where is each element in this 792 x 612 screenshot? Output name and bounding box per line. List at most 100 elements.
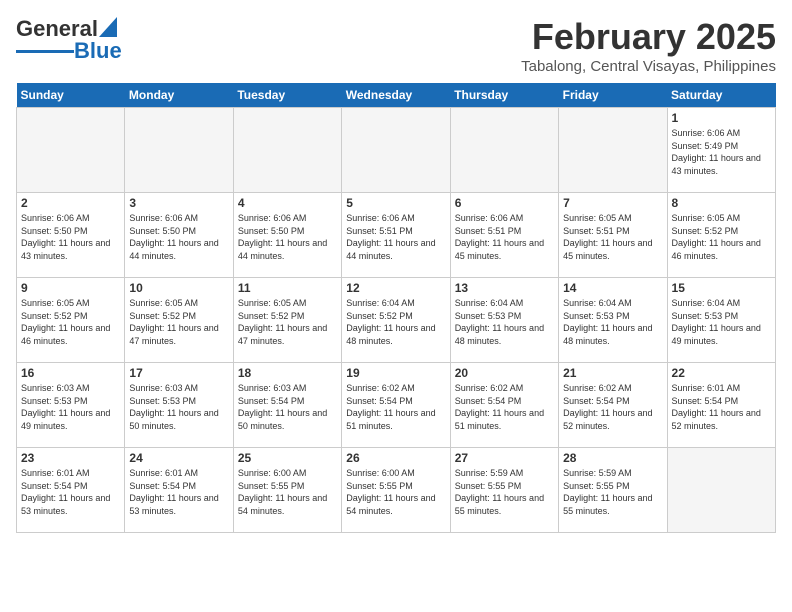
day-info: Sunrise: 6:04 AM Sunset: 5:53 PM Dayligh… bbox=[563, 297, 662, 347]
day-number: 3 bbox=[129, 196, 228, 210]
day-info: Sunrise: 6:04 AM Sunset: 5:53 PM Dayligh… bbox=[455, 297, 554, 347]
day-info: Sunrise: 6:00 AM Sunset: 5:55 PM Dayligh… bbox=[238, 467, 337, 517]
day-info: Sunrise: 6:06 AM Sunset: 5:51 PM Dayligh… bbox=[346, 212, 445, 262]
table-row bbox=[125, 108, 233, 193]
day-number: 2 bbox=[21, 196, 120, 210]
table-row: 16Sunrise: 6:03 AM Sunset: 5:53 PM Dayli… bbox=[17, 363, 125, 448]
day-info: Sunrise: 6:04 AM Sunset: 5:52 PM Dayligh… bbox=[346, 297, 445, 347]
day-number: 24 bbox=[129, 451, 228, 465]
header-row: Sunday Monday Tuesday Wednesday Thursday… bbox=[17, 83, 776, 108]
table-row: 24 Sunrise: 6:01 AM Sunset: 5:54 PM Dayli… bbox=[125, 448, 233, 533]
table-row: 19 Sunrise: 6:02 AM Sunset: 5:54 PM Dayli… bbox=[342, 363, 450, 448]
day-info: Sunrise: 6:05 AM Sunset: 5:52 PM Dayligh… bbox=[672, 212, 771, 262]
table-row: 13 Sunrise: 6:04 AM Sunset: 5:53 PM Dayli… bbox=[450, 278, 558, 363]
table-row bbox=[559, 108, 667, 193]
logo-underline bbox=[16, 50, 74, 53]
table-row: 15 Sunrise: 6:04 AM Sunset: 5:53 PM Dayli… bbox=[667, 278, 775, 363]
table-row: 10 Sunrise: 6:05 AM Sunset: 5:52 PM Dayli… bbox=[125, 278, 233, 363]
day-info: Sunrise: 6:02 AM Sunset: 5:54 PM Dayligh… bbox=[346, 382, 445, 432]
day-number: 16 bbox=[21, 366, 120, 380]
month-year-title: February 2025 bbox=[521, 16, 776, 58]
table-row bbox=[667, 448, 775, 533]
day-number: 27 bbox=[455, 451, 554, 465]
table-row bbox=[17, 108, 125, 193]
day-number: 26 bbox=[346, 451, 445, 465]
table-row: 23 Sunrise: 6:01 AM Sunset: 5:54 PM Dayli… bbox=[17, 448, 125, 533]
day-number: 21 bbox=[563, 366, 662, 380]
day-info: Sunrise: 6:06 AM Sunset: 5:51 PM Dayligh… bbox=[455, 212, 554, 262]
table-row: 17 Sunrise: 6:03 AM Sunset: 5:53 PM Dayli… bbox=[125, 363, 233, 448]
day-info: Sunrise: 5:59 AM Sunset: 5:55 PM Dayligh… bbox=[455, 467, 554, 517]
col-wednesday: Wednesday bbox=[342, 83, 450, 108]
day-number: 1 bbox=[672, 111, 771, 125]
table-row: 5 Sunrise: 6:06 AM Sunset: 5:51 PM Daylig… bbox=[342, 193, 450, 278]
table-row: 21 Sunrise: 6:02 AM Sunset: 5:54 PM Dayli… bbox=[559, 363, 667, 448]
day-number: 7 bbox=[563, 196, 662, 210]
day-info: Sunrise: 6:01 AM Sunset: 5:54 PM Dayligh… bbox=[129, 467, 228, 517]
day-info: Sunrise: 6:03 AM Sunset: 5:53 PM Dayligh… bbox=[129, 382, 228, 432]
day-info: Sunrise: 6:02 AM Sunset: 5:54 PM Dayligh… bbox=[455, 382, 554, 432]
table-row: 7 Sunrise: 6:05 AM Sunset: 5:51 PM Daylig… bbox=[559, 193, 667, 278]
day-info: Sunrise: 6:06 AM Sunset: 5:50 PM Dayligh… bbox=[21, 212, 120, 262]
table-row: 4Sunrise: 6:06 AM Sunset: 5:50 PM Daylig… bbox=[233, 193, 341, 278]
col-tuesday: Tuesday bbox=[233, 83, 341, 108]
table-row: 1 Sunrise: 6:06 AM Sunset: 5:49 PM Daylig… bbox=[667, 108, 775, 193]
day-info: Sunrise: 6:05 AM Sunset: 5:52 PM Dayligh… bbox=[129, 297, 228, 347]
col-thursday: Thursday bbox=[450, 83, 558, 108]
col-sunday: Sunday bbox=[17, 83, 125, 108]
day-info: Sunrise: 6:01 AM Sunset: 5:54 PM Dayligh… bbox=[672, 382, 771, 432]
day-number: 11 bbox=[238, 281, 337, 295]
table-row: 22 Sunrise: 6:01 AM Sunset: 5:54 PM Dayli… bbox=[667, 363, 775, 448]
day-number: 18 bbox=[238, 366, 337, 380]
day-info: Sunrise: 6:00 AM Sunset: 5:55 PM Dayligh… bbox=[346, 467, 445, 517]
day-number: 23 bbox=[21, 451, 120, 465]
day-number: 13 bbox=[455, 281, 554, 295]
day-number: 10 bbox=[129, 281, 228, 295]
table-row: 14 Sunrise: 6:04 AM Sunset: 5:53 PM Dayli… bbox=[559, 278, 667, 363]
day-info: Sunrise: 6:06 AM Sunset: 5:49 PM Dayligh… bbox=[672, 127, 771, 177]
day-number: 14 bbox=[563, 281, 662, 295]
table-row: 25Sunrise: 6:00 AM Sunset: 5:55 PM Dayli… bbox=[233, 448, 341, 533]
location-subtitle: Tabalong, Central Visayas, Philippines bbox=[521, 58, 776, 75]
table-row: 8Sunrise: 6:05 AM Sunset: 5:52 PM Daylig… bbox=[667, 193, 775, 278]
col-monday: Monday bbox=[125, 83, 233, 108]
day-info: Sunrise: 6:05 AM Sunset: 5:51 PM Dayligh… bbox=[563, 212, 662, 262]
table-row: 27 Sunrise: 5:59 AM Sunset: 5:55 PM Dayli… bbox=[450, 448, 558, 533]
calendar-table: Sunday Monday Tuesday Wednesday Thursday… bbox=[16, 83, 776, 533]
day-number: 6 bbox=[455, 196, 554, 210]
day-number: 9 bbox=[21, 281, 120, 295]
day-number: 28 bbox=[563, 451, 662, 465]
day-info: Sunrise: 6:03 AM Sunset: 5:54 PM Dayligh… bbox=[238, 382, 337, 432]
day-number: 22 bbox=[672, 366, 771, 380]
day-info: Sunrise: 6:06 AM Sunset: 5:50 PM Dayligh… bbox=[129, 212, 228, 262]
day-number: 12 bbox=[346, 281, 445, 295]
table-row: 20 Sunrise: 6:02 AM Sunset: 5:54 PM Dayli… bbox=[450, 363, 558, 448]
day-number: 20 bbox=[455, 366, 554, 380]
day-info: Sunrise: 6:04 AM Sunset: 5:53 PM Dayligh… bbox=[672, 297, 771, 347]
table-row bbox=[233, 108, 341, 193]
title-block: February 2025 Tabalong, Central Visayas,… bbox=[521, 16, 776, 75]
col-friday: Friday bbox=[559, 83, 667, 108]
day-number: 15 bbox=[672, 281, 771, 295]
table-row: 28Sunrise: 5:59 AM Sunset: 5:55 PM Dayli… bbox=[559, 448, 667, 533]
table-row: 18 Sunrise: 6:03 AM Sunset: 5:54 PM Dayli… bbox=[233, 363, 341, 448]
table-row: 9 Sunrise: 6:05 AM Sunset: 5:52 PM Daylig… bbox=[17, 278, 125, 363]
table-row: 26 Sunrise: 6:00 AM Sunset: 5:55 PM Dayli… bbox=[342, 448, 450, 533]
day-number: 17 bbox=[129, 366, 228, 380]
day-info: Sunrise: 6:05 AM Sunset: 5:52 PM Dayligh… bbox=[21, 297, 120, 347]
day-info: Sunrise: 6:01 AM Sunset: 5:54 PM Dayligh… bbox=[21, 467, 120, 517]
day-number: 5 bbox=[346, 196, 445, 210]
calendar-week-row: 9 Sunrise: 6:05 AM Sunset: 5:52 PM Daylig… bbox=[17, 278, 776, 363]
day-info: Sunrise: 6:05 AM Sunset: 5:52 PM Dayligh… bbox=[238, 297, 337, 347]
col-saturday: Saturday bbox=[667, 83, 775, 108]
table-row: 2 Sunrise: 6:06 AM Sunset: 5:50 PM Daylig… bbox=[17, 193, 125, 278]
day-number: 19 bbox=[346, 366, 445, 380]
table-row: 6 Sunrise: 6:06 AM Sunset: 5:51 PM Daylig… bbox=[450, 193, 558, 278]
calendar-week-row: 1 Sunrise: 6:06 AM Sunset: 5:49 PM Daylig… bbox=[17, 108, 776, 193]
calendar-week-row: 2 Sunrise: 6:06 AM Sunset: 5:50 PM Daylig… bbox=[17, 193, 776, 278]
logo-blue: Blue bbox=[74, 38, 122, 64]
table-row: 11 Sunrise: 6:05 AM Sunset: 5:52 PM Dayli… bbox=[233, 278, 341, 363]
table-row bbox=[342, 108, 450, 193]
day-info: Sunrise: 6:02 AM Sunset: 5:54 PM Dayligh… bbox=[563, 382, 662, 432]
table-row bbox=[450, 108, 558, 193]
